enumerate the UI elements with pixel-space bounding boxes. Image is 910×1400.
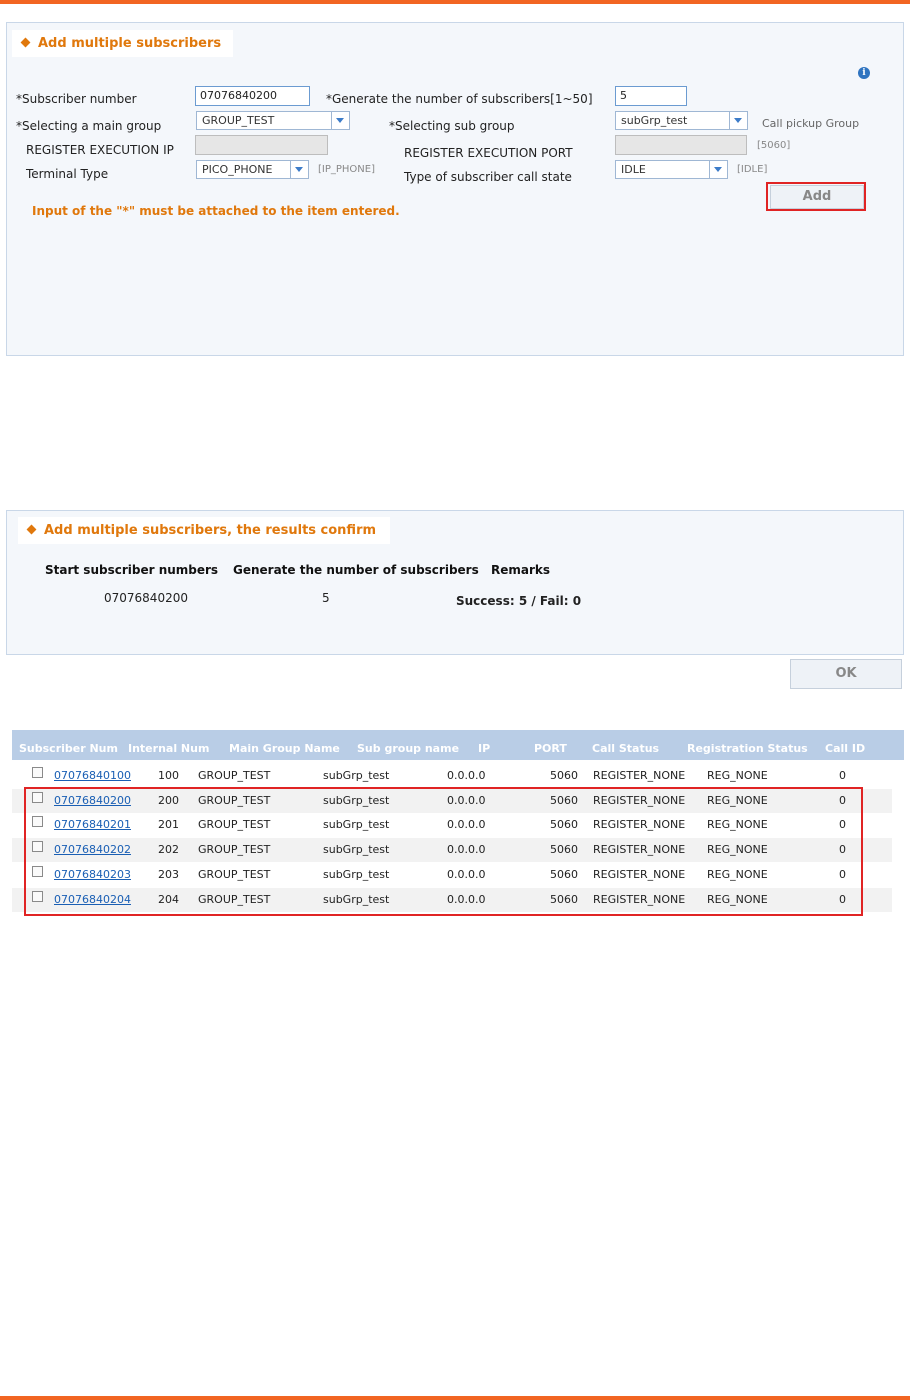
subscriber-number-input[interactable]: 07076840200 bbox=[195, 86, 310, 106]
col-ip[interactable]: IP bbox=[478, 742, 490, 755]
call-state-label: Type of subscriber call state bbox=[404, 170, 572, 184]
diamond-bullet-icon bbox=[20, 37, 31, 48]
main-group-value: GROUP_TEST bbox=[202, 114, 275, 127]
panel-title: Add multiple subscribers bbox=[38, 36, 222, 51]
register-port-hint: [5060] bbox=[757, 140, 791, 151]
sub-group-value: subGrp_test bbox=[621, 114, 688, 127]
add-subscribers-title-box: Add multiple subscribers bbox=[12, 30, 234, 57]
call-state-select[interactable]: IDLE bbox=[615, 160, 728, 179]
call-pickup-label: Call pickup Group bbox=[762, 117, 860, 130]
result-count: 5 bbox=[322, 591, 330, 605]
cell-internal-num: 100 bbox=[158, 769, 179, 782]
result-header-start-number: Start subscriber numbers bbox=[45, 563, 219, 577]
add-button-highlight bbox=[766, 182, 866, 211]
call-state-hint: [IDLE] bbox=[737, 164, 768, 175]
cell-call-status: REGISTER_NONE bbox=[593, 769, 686, 782]
chevron-down-icon[interactable] bbox=[290, 161, 308, 178]
cell-sub-group: subGrp_test bbox=[323, 769, 390, 782]
cell-main-group: GROUP_TEST bbox=[198, 769, 271, 782]
cell-call-id: 0 bbox=[839, 769, 846, 782]
col-sub-group-name[interactable]: Sub group name bbox=[357, 742, 459, 755]
diamond-bullet-icon bbox=[26, 524, 37, 535]
results-title-box: Add multiple subscribers, the results co… bbox=[18, 517, 391, 544]
cell-ip: 0.0.0.0 bbox=[447, 769, 486, 782]
register-port-label: REGISTER EXECUTION PORT bbox=[404, 146, 573, 160]
main-group-label: *Selecting a main group bbox=[16, 119, 162, 133]
chevron-down-icon[interactable] bbox=[709, 161, 727, 178]
col-port[interactable]: PORT bbox=[534, 742, 567, 755]
generate-count-input[interactable]: 5 bbox=[615, 86, 687, 106]
result-remarks: Success: 5 / Fail: 0 bbox=[456, 594, 582, 608]
terminal-type-hint: [IP_PHONE] bbox=[318, 164, 376, 175]
main-group-select[interactable]: GROUP_TEST bbox=[196, 111, 350, 130]
col-main-group-name[interactable]: Main Group Name bbox=[229, 742, 340, 755]
terminal-type-value: PICO_PHONE bbox=[202, 163, 273, 176]
sub-group-select[interactable]: subGrp_test bbox=[615, 111, 748, 130]
result-start-number: 07076840200 bbox=[104, 591, 188, 605]
top-accent-bar bbox=[0, 0, 910, 4]
col-internal-num[interactable]: Internal Num bbox=[128, 742, 209, 755]
row-checkbox[interactable] bbox=[32, 767, 43, 778]
ok-button[interactable]: OK bbox=[790, 659, 902, 689]
bottom-accent-bar bbox=[0, 1396, 910, 1400]
info-icon[interactable]: i bbox=[858, 67, 870, 79]
terminal-type-label: Terminal Type bbox=[26, 167, 109, 181]
cell-port: 5060 bbox=[550, 769, 578, 782]
new-rows-highlight bbox=[24, 787, 863, 916]
col-registration-status[interactable]: Registration Status bbox=[687, 742, 808, 755]
subscriber-number-label: *Subscriber number bbox=[16, 92, 137, 106]
col-call-status[interactable]: Call Status bbox=[592, 742, 659, 755]
required-field-note: Input of the "*" must be attached to the… bbox=[32, 204, 400, 218]
register-ip-label: REGISTER EXECUTION IP bbox=[26, 143, 174, 157]
col-subscriber-num[interactable]: Subscriber Num bbox=[19, 742, 118, 755]
sub-group-label: *Selecting sub group bbox=[389, 119, 515, 133]
register-ip-input bbox=[195, 135, 328, 155]
chevron-down-icon[interactable] bbox=[729, 112, 747, 129]
register-port-input bbox=[615, 135, 747, 155]
cell-registration-status: REG_NONE bbox=[707, 769, 768, 782]
generate-count-label: *Generate the number of subscribers[1~50… bbox=[326, 92, 593, 106]
call-state-value: IDLE bbox=[621, 163, 646, 176]
results-title: Add multiple subscribers, the results co… bbox=[44, 523, 377, 538]
chevron-down-icon[interactable] bbox=[331, 112, 349, 129]
terminal-type-select[interactable]: PICO_PHONE bbox=[196, 160, 309, 179]
result-header-count: Generate the number of subscribers bbox=[233, 563, 479, 577]
cell-subscriber-num[interactable]: 07076840100 bbox=[54, 769, 131, 782]
result-header-remarks: Remarks bbox=[491, 563, 551, 577]
col-call-id[interactable]: Call ID bbox=[825, 742, 865, 755]
